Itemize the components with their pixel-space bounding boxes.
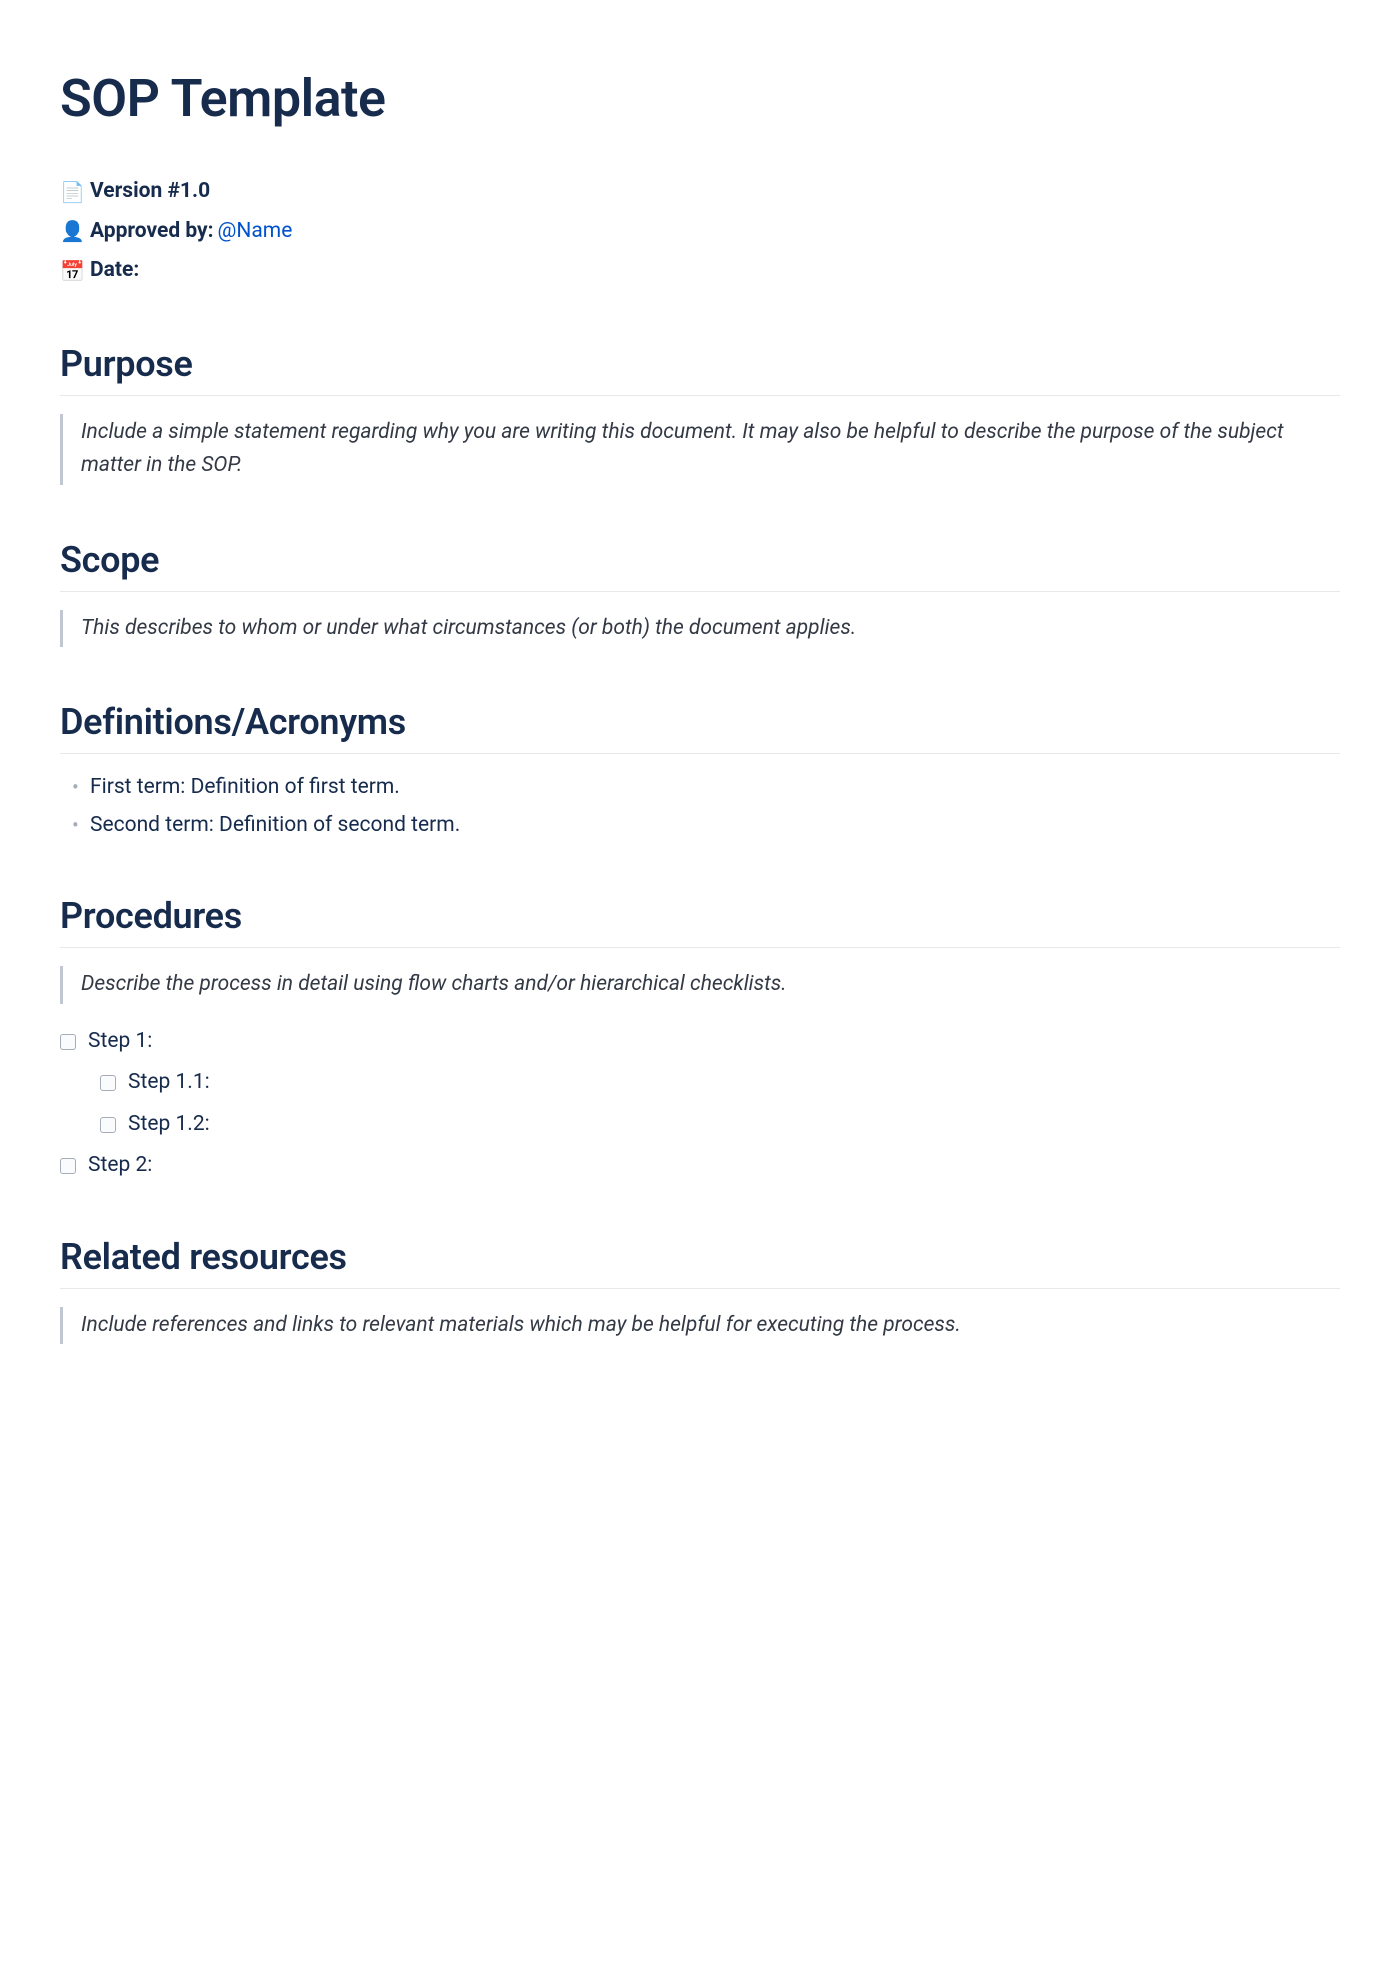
checkbox-icon[interactable] (100, 1075, 116, 1091)
meta-approved-by: 👤 Approved by: @Name (60, 216, 1340, 248)
page-title: SOP Template (60, 60, 1340, 138)
checklist-label: Step 2: (88, 1150, 152, 1182)
scope-quote: This describes to whom or under what cir… (60, 610, 1340, 648)
calendar-icon: 📅 (60, 256, 84, 286)
procedures-heading: Procedures (60, 889, 1340, 948)
document-icon: 📄 (60, 177, 84, 207)
list-item: First term: Definition of first term. (60, 772, 1340, 804)
checklist-label: Step 1.2: (128, 1109, 210, 1141)
list-item: Second term: Definition of second term. (60, 810, 1340, 842)
approved-label: Approved by: (90, 216, 214, 248)
checklist-label: Step 1.1: (128, 1067, 210, 1099)
version-label: Version #1.0 (90, 176, 210, 208)
related-quote: Include references and links to relevant… (60, 1307, 1340, 1345)
meta-block: 📄 Version #1.0 👤 Approved by: @Name 📅 Da… (60, 176, 1340, 287)
date-label: Date: (90, 255, 139, 287)
approved-mention[interactable]: @Name (218, 216, 293, 248)
checklist-item: Step 1: (60, 1026, 1340, 1058)
procedures-checklist: Step 1: Step 1.1: Step 1.2: Step 2: (60, 1026, 1340, 1182)
checklist-item: Step 1.1: (60, 1067, 1340, 1099)
checklist-item: Step 1.2: (60, 1109, 1340, 1141)
purpose-quote: Include a simple statement regarding why… (60, 414, 1340, 485)
definitions-list: First term: Definition of first term. Se… (60, 772, 1340, 841)
definitions-heading: Definitions/Acronyms (60, 695, 1340, 754)
checkbox-icon[interactable] (100, 1117, 116, 1133)
person-icon: 👤 (60, 216, 84, 246)
checkbox-icon[interactable] (60, 1034, 76, 1050)
checklist-label: Step 1: (88, 1026, 152, 1058)
checklist-item: Step 2: (60, 1150, 1340, 1182)
purpose-heading: Purpose (60, 337, 1340, 396)
scope-heading: Scope (60, 533, 1340, 592)
meta-version: 📄 Version #1.0 (60, 176, 1340, 208)
meta-date: 📅 Date: (60, 255, 1340, 287)
checkbox-icon[interactable] (60, 1158, 76, 1174)
procedures-quote: Describe the process in detail using flo… (60, 966, 1340, 1004)
related-heading: Related resources (60, 1230, 1340, 1289)
